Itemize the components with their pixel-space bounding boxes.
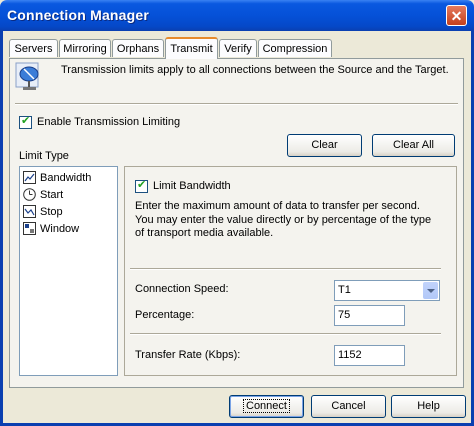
divider xyxy=(15,103,458,105)
percentage-value: 75 xyxy=(338,309,351,321)
transfer-rate-input[interactable]: 1152 xyxy=(334,345,405,366)
list-item-label: Bandwidth xyxy=(40,172,92,184)
connection-speed-label: Connection Speed: xyxy=(135,283,229,295)
transfer-rate-value: 1152 xyxy=(338,349,362,361)
list-item-stop[interactable]: Stop xyxy=(23,204,113,220)
list-item-bandwidth[interactable]: Bandwidth xyxy=(23,170,113,186)
window-title: Connection Manager xyxy=(7,7,150,23)
connection-speed-select[interactable]: T1 xyxy=(334,280,440,301)
limit-bandwidth-label: Limit Bandwidth xyxy=(153,180,231,192)
stop-chart-icon xyxy=(23,205,36,218)
limit-bandwidth-checkbox[interactable] xyxy=(135,178,148,193)
percentage-label: Percentage: xyxy=(135,309,195,321)
transmission-info-text: Transmission limits apply to all connect… xyxy=(61,64,449,76)
chevron-down-icon[interactable] xyxy=(423,282,438,299)
enable-transmission-limiting-label: Enable Transmission Limiting xyxy=(37,116,181,128)
transfer-rate-label: Transfer Rate (Kbps): xyxy=(135,349,241,361)
list-item-label: Window xyxy=(40,223,80,235)
window-frame-left xyxy=(0,31,3,426)
clear-button[interactable]: Clear xyxy=(287,134,362,157)
list-item-start[interactable]: Start xyxy=(23,187,113,203)
tab-servers[interactable]: Servers xyxy=(9,39,58,57)
list-item-label: Stop xyxy=(40,206,63,218)
tab-transmit[interactable]: Transmit xyxy=(165,37,218,59)
connect-button[interactable]: Connect xyxy=(229,395,304,418)
tab-verify[interactable]: Verify xyxy=(219,39,257,57)
satellite-dish-icon xyxy=(15,62,39,90)
clock-icon xyxy=(23,188,36,201)
window-icon xyxy=(23,222,36,235)
divider xyxy=(130,268,441,270)
title-bar[interactable]: Connection Manager ✕ xyxy=(0,0,474,31)
list-item-label: Start xyxy=(40,189,64,201)
tab-mirroring[interactable]: Mirroring xyxy=(59,39,111,57)
divider xyxy=(130,333,441,335)
limit-type-list[interactable]: Bandwidth Start Stop Window xyxy=(19,166,118,376)
tab-compression[interactable]: Compression xyxy=(258,39,332,57)
connect-button-label: Connect xyxy=(243,399,290,413)
limit-type-label: Limit Type xyxy=(19,150,69,162)
connection-speed-value: T1 xyxy=(338,284,351,296)
connection-manager-window: Connection Manager ✕ Servers Mirroring O… xyxy=(0,0,474,426)
percentage-input[interactable]: 75 xyxy=(334,305,405,326)
help-button[interactable]: Help xyxy=(391,395,466,418)
chart-icon xyxy=(23,171,36,184)
tab-orphans[interactable]: Orphans xyxy=(112,39,164,57)
limit-detail-panel xyxy=(124,166,457,376)
enable-transmission-limiting-checkbox[interactable] xyxy=(19,114,32,129)
list-item-window[interactable]: Window xyxy=(23,221,113,237)
clear-all-button[interactable]: Clear All xyxy=(372,134,455,157)
bandwidth-description: Enter the maximum amount of data to tran… xyxy=(135,200,432,239)
cancel-button[interactable]: Cancel xyxy=(311,395,386,418)
close-button[interactable]: ✕ xyxy=(446,5,467,26)
